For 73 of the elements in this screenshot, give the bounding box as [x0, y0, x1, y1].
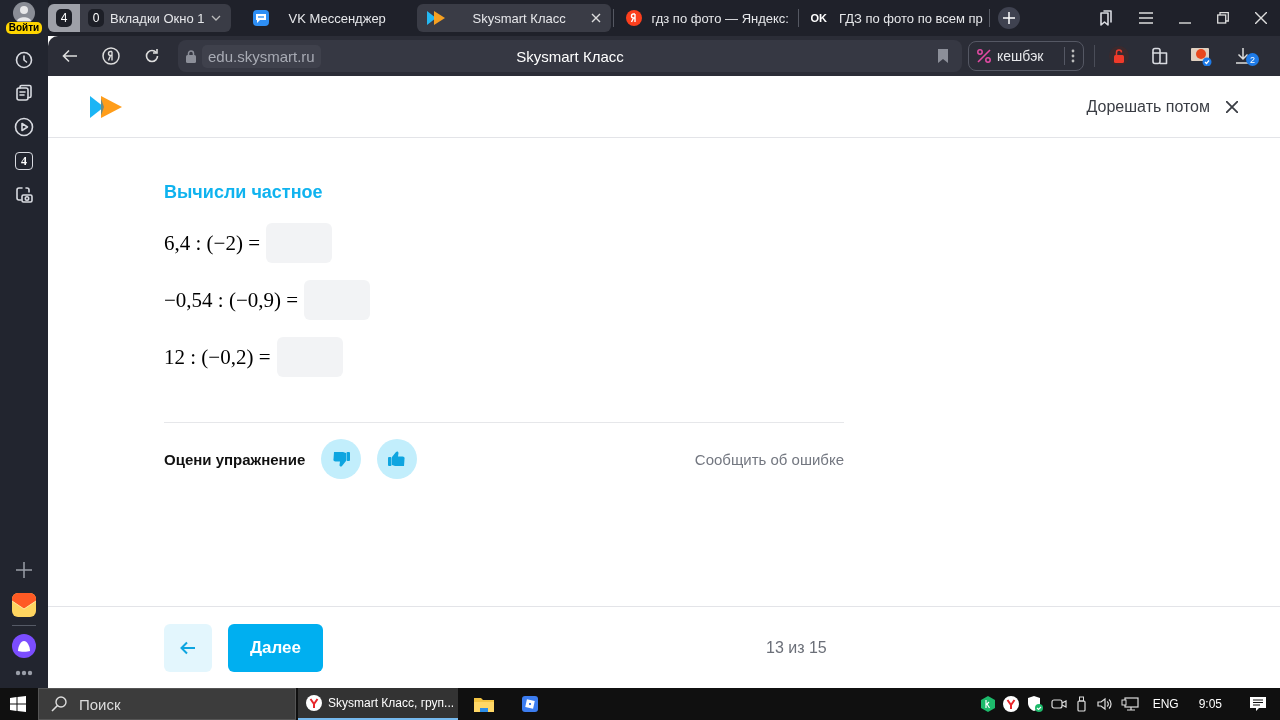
thumbs-down-icon — [331, 449, 352, 469]
clock[interactable]: 9:05 — [1198, 697, 1222, 711]
report-error-link[interactable]: Сообщить об ошибке — [694, 450, 844, 468]
browser-icon[interactable] — [1002, 696, 1019, 712]
equation: −0,54 : (−0,9) = — [164, 287, 299, 313]
windows-icon[interactable] — [10, 696, 26, 712]
rating-label: Оцени упражнение — [164, 450, 306, 468]
tab-group-label[interactable]: Вкладки Окно 1 — [110, 10, 205, 26]
browser-icon — [306, 695, 322, 711]
like-button[interactable] — [377, 439, 418, 479]
devices-icon[interactable] — [1151, 47, 1169, 65]
extension-icon[interactable] — [1191, 46, 1213, 66]
antivirus-icon[interactable] — [980, 696, 995, 712]
browser-tab[interactable]: OK ГДЗ по фото по всем пр — [800, 4, 987, 32]
shield-icon[interactable] — [1026, 696, 1043, 712]
language-indicator[interactable]: ENG — [1152, 697, 1179, 711]
app-icon[interactable] — [522, 696, 538, 712]
browser-tab[interactable]: VK Мессенджер — [242, 4, 415, 32]
arrow-left-icon — [180, 640, 196, 655]
search-icon — [51, 696, 67, 712]
network-icon[interactable] — [1120, 696, 1139, 712]
camera-icon[interactable] — [1050, 696, 1067, 712]
notifications-icon[interactable] — [1250, 696, 1266, 712]
assistant-icon[interactable] — [12, 634, 36, 658]
profile-sign-in-label[interactable]: Войти — [5, 22, 43, 34]
equation: 12 : (−0,2) = — [164, 344, 271, 370]
equation: 6,4 : (−2) = — [164, 230, 260, 256]
bookmarks-icon[interactable] — [1097, 10, 1113, 26]
chevron-down-icon — [210, 15, 221, 21]
address-field[interactable]: edu.skysmart.ru Skysmart Класс — [178, 40, 962, 72]
folder-icon[interactable] — [474, 696, 494, 712]
history-icon[interactable] — [15, 51, 33, 69]
download-count-badge: 2 — [1246, 53, 1259, 66]
percent-icon — [977, 49, 991, 63]
collections-icon[interactable] — [15, 84, 33, 102]
mail-icon[interactable] — [12, 593, 36, 617]
more-icon[interactable] — [15, 670, 33, 676]
reload-icon[interactable] — [144, 48, 160, 64]
logo-icon — [90, 95, 122, 118]
home-logo-icon[interactable] — [102, 47, 120, 65]
tab-group-count[interactable]: 4 — [56, 9, 72, 27]
close-icon[interactable] — [1226, 100, 1238, 113]
browser-tab[interactable]: Skysmart Класс — [416, 4, 611, 32]
more-vertical-icon[interactable] — [1071, 49, 1075, 63]
tab-count-button[interactable]: 4 — [15, 152, 33, 170]
back-icon[interactable] — [62, 49, 78, 63]
tab-group-selector[interactable]: 4 0 Вкладки Окно 1 — [48, 4, 231, 32]
browser-tab[interactable]: гдз по фото — Яндекс: — [615, 4, 796, 32]
new-tab-button[interactable] — [997, 7, 1020, 29]
tab-group-counter: 0 — [88, 9, 104, 27]
restore-icon[interactable] — [1217, 12, 1229, 24]
play-icon[interactable] — [14, 117, 34, 137]
solve-later-link[interactable]: Дорешать потом — [1086, 97, 1210, 116]
chat-icon — [252, 10, 269, 26]
search-engine-icon — [625, 10, 642, 26]
taskbar-app[interactable]: Skysmart Класс, груп... — [298, 688, 458, 720]
screenshot-icon[interactable] — [14, 185, 34, 205]
bookmark-icon[interactable] — [938, 49, 948, 63]
avatar-icon[interactable] — [13, 2, 35, 24]
progress-counter: 13 из 15 — [766, 638, 827, 657]
cashback-button[interactable]: кешбэк — [968, 41, 1084, 71]
add-icon — [1002, 12, 1015, 24]
usb-icon[interactable] — [1074, 696, 1089, 712]
lock-icon — [186, 49, 196, 63]
task-title: Вычисли частное — [164, 182, 324, 203]
menu-icon[interactable] — [1139, 12, 1153, 24]
unlock-icon[interactable] — [1109, 46, 1129, 66]
volume-icon[interactable] — [1096, 696, 1113, 712]
page-title: Skysmart Класс — [516, 47, 624, 65]
add-icon[interactable] — [15, 561, 33, 579]
dislike-button[interactable] — [321, 439, 362, 479]
search-field[interactable]: Поиск — [38, 688, 296, 720]
play-logo-icon — [426, 11, 445, 25]
